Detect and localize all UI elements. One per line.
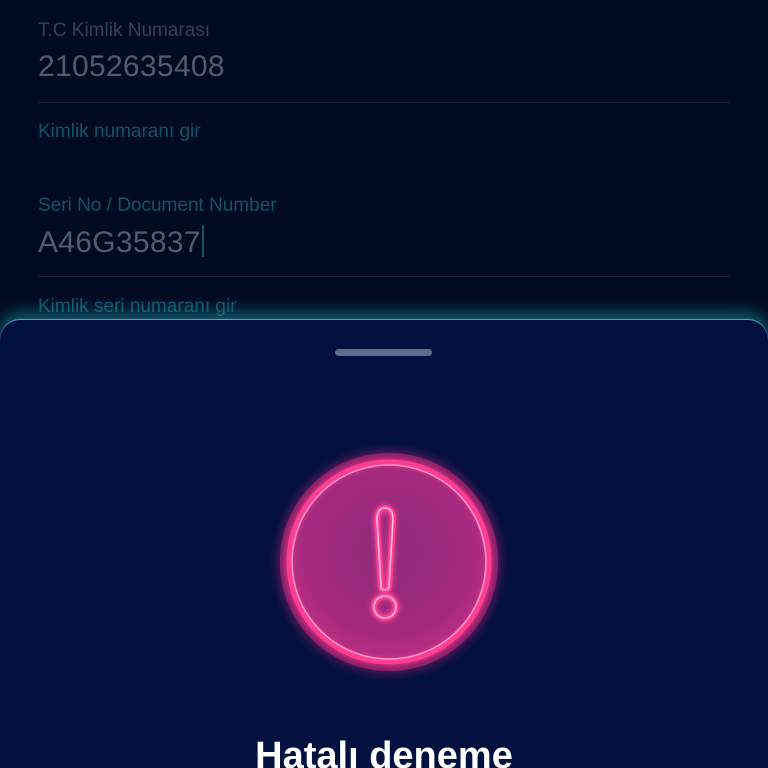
tc-kimlik-divider xyxy=(38,102,730,103)
error-bottom-sheet: Hatalı deneme xyxy=(0,320,768,768)
text-caret xyxy=(201,225,204,257)
alert-graphic xyxy=(280,453,498,671)
tc-kimlik-hint: Kimlik numaranı gir xyxy=(38,121,201,142)
serial-number-hint: Kimlik seri numaranı gir xyxy=(38,296,237,317)
exclamation-alert-icon xyxy=(280,453,498,671)
serial-number-divider xyxy=(38,276,730,277)
screen: T.C Kimlik Numarası 21052635408 Kimlik n… xyxy=(0,0,768,768)
serial-number-label: Seri No / Document Number xyxy=(38,195,277,216)
error-title: Hatalı deneme xyxy=(255,735,513,768)
identity-form: T.C Kimlik Numarası 21052635408 Kimlik n… xyxy=(0,0,768,330)
tc-kimlik-label: T.C Kimlik Numarası xyxy=(38,20,211,41)
tc-kimlik-input[interactable]: 21052635408 xyxy=(38,50,730,84)
serial-number-value: A46G35837 xyxy=(38,226,201,259)
serial-number-field[interactable]: Seri No / Document Number A46G35837 xyxy=(38,195,730,260)
sheet-drag-handle[interactable] xyxy=(335,349,432,356)
serial-number-input[interactable]: A46G35837 xyxy=(38,225,730,260)
tc-kimlik-field[interactable]: T.C Kimlik Numarası 21052635408 xyxy=(38,20,730,84)
